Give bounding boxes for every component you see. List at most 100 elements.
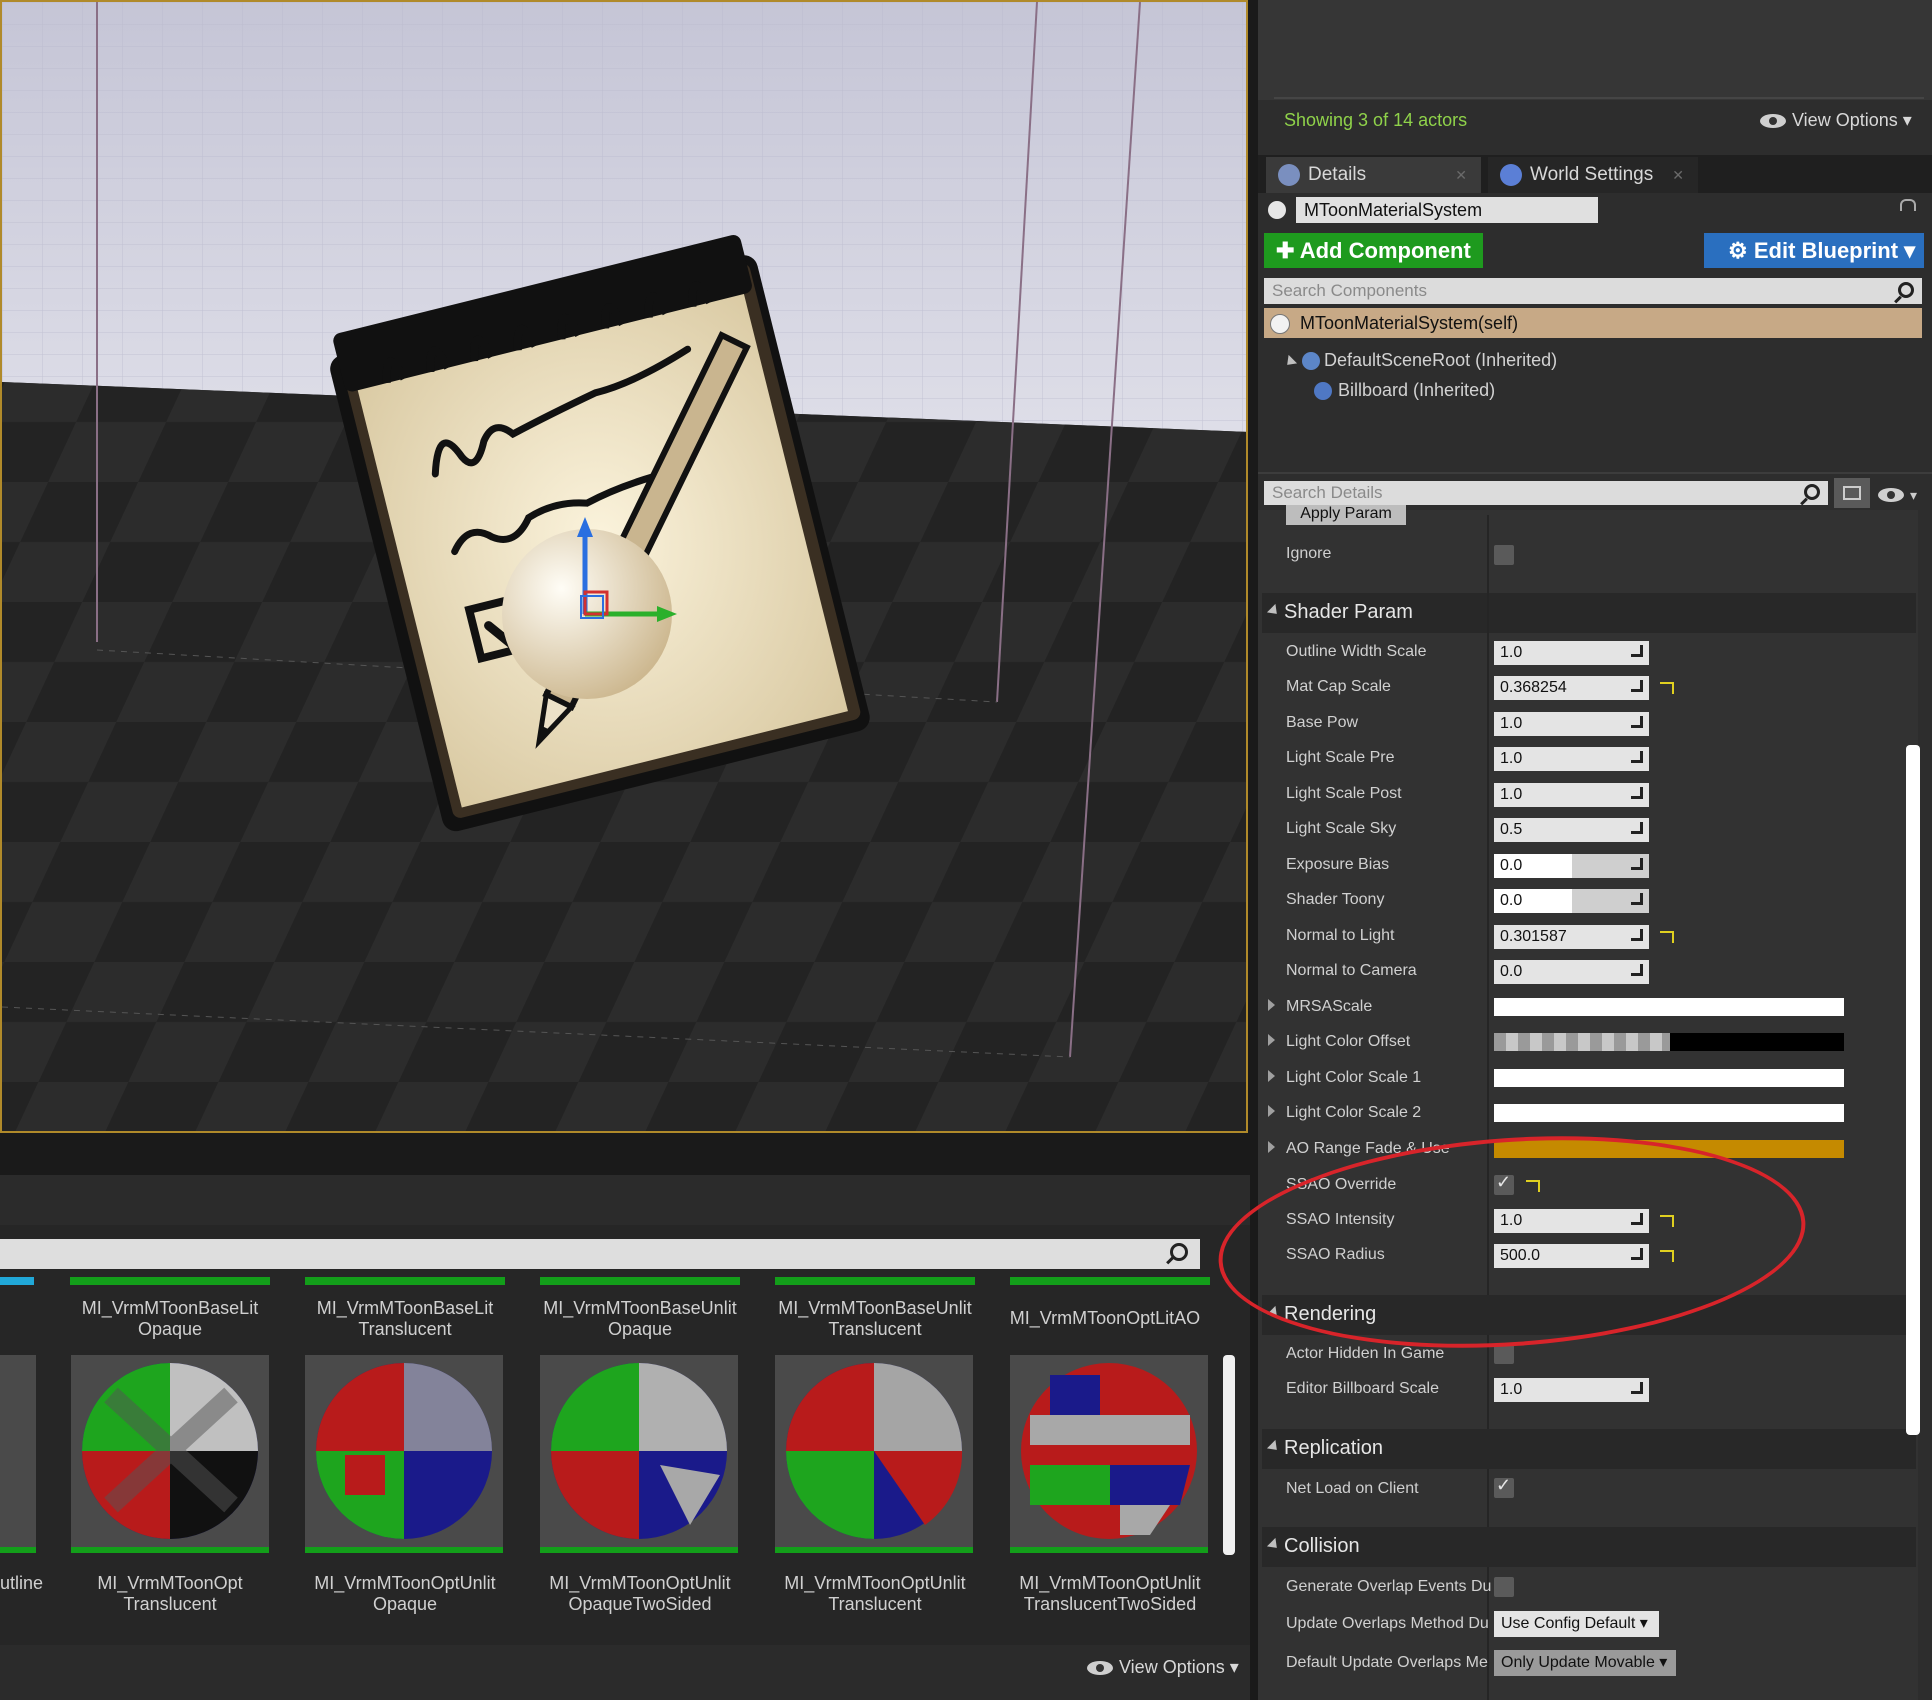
asset-thumbnail[interactable] (1010, 1355, 1208, 1553)
expand-arrow-icon[interactable] (1268, 1070, 1275, 1082)
collapse-arrow-icon[interactable] (1266, 603, 1282, 619)
expand-arrow-icon[interactable] (1268, 1034, 1275, 1046)
search-icon[interactable] (1170, 1243, 1188, 1261)
editor-billboard-scale-field[interactable]: 1.0 (1494, 1378, 1649, 1402)
asset-name[interactable]: MI_VrmMToonBaseUnlit Opaque (535, 1298, 745, 1340)
column-divider[interactable] (1487, 515, 1489, 1700)
asset-thumbnail[interactable] (540, 1355, 738, 1553)
light-color-scale-1-label: Light Color Scale 1 (1286, 1069, 1422, 1086)
asset-name-line: MI_VrmMToonOptUnlit (314, 1573, 496, 1593)
close-icon[interactable]: ✕ (1672, 157, 1684, 193)
material-sphere-icon (316, 1363, 492, 1539)
light-scale-post-field[interactable]: 1.0 (1494, 783, 1649, 807)
mat-cap-scale-label: Mat Cap Scale (1286, 678, 1391, 695)
tab-world-settings[interactable]: World Settings ✕ (1488, 157, 1698, 193)
asset-thumbnail[interactable] (71, 1355, 269, 1553)
expand-arrow-icon[interactable] (1268, 1141, 1275, 1153)
base-pow-field[interactable]: 1.0 (1494, 712, 1649, 736)
material-sphere-icon (786, 1363, 963, 1539)
light-color-offset-color[interactable] (1494, 1033, 1844, 1051)
asset-name[interactable]: MI_VrmMToonOptUnlit Opaque (300, 1573, 510, 1615)
normal-to-light-field[interactable]: 0.301587 (1494, 925, 1649, 949)
asset-thumbnail[interactable] (775, 1355, 973, 1553)
asset-name[interactable]: MI_VrmMToonOptUnlit TranslucentTwoSided (1000, 1573, 1220, 1615)
visibility-eye-icon[interactable] (1878, 488, 1904, 502)
content-browser-view-options[interactable]: View Options ▾ (1087, 1657, 1239, 1678)
exposure-bias-label: Exposure Bias (1286, 856, 1390, 873)
ignore-label: Ignore (1286, 545, 1332, 562)
world-outliner (1258, 0, 1932, 100)
light-scale-sky-field[interactable]: 0.5 (1494, 818, 1649, 842)
net-load-label: Net Load on Client (1286, 1480, 1419, 1497)
light-color-scale-2-color[interactable] (1494, 1104, 1844, 1122)
add-component-button[interactable]: ✚ Add Component ▾ (1264, 233, 1483, 298)
light-color-scale-1-color[interactable] (1494, 1069, 1844, 1087)
asset-name[interactable]: MI_VrmMToonBaseUnlit Translucent (770, 1298, 980, 1340)
drag-arrow-icon (1631, 716, 1643, 728)
search-details-input[interactable]: Search Details (1264, 481, 1828, 505)
mrsa-scale-color[interactable] (1494, 998, 1844, 1016)
update-overlaps-dropdown[interactable]: Use Config Default ▾ (1494, 1611, 1659, 1637)
content-browser-search-input[interactable] (0, 1239, 1200, 1269)
asset-name-line: MI_VrmMToonOptLitAO (1009, 1308, 1201, 1328)
category-shader-param[interactable]: Shader Param (1262, 593, 1916, 633)
update-overlaps-label: Update Overlaps Method Du (1286, 1615, 1489, 1632)
asset-name-line: MI_VrmMToonBaseLit (81, 1298, 259, 1318)
eye-icon (1760, 114, 1786, 129)
outliner-view-options[interactable]: View Options ▾ (1760, 110, 1912, 131)
category-replication[interactable]: Replication (1262, 1429, 1916, 1469)
property-matrix-button[interactable] (1834, 478, 1870, 508)
field-value: 1.0 (1500, 715, 1523, 732)
drag-arrow-icon (1631, 645, 1643, 657)
lock-icon[interactable] (1900, 199, 1916, 211)
normal-to-camera-label: Normal to Camera (1286, 962, 1417, 979)
search-components-input[interactable]: Search Components (1264, 278, 1922, 304)
chevron-down-icon[interactable]: ▾ (1910, 487, 1917, 504)
level-viewport[interactable] (0, 0, 1248, 1133)
details-scrollbar[interactable] (1906, 745, 1920, 1435)
exposure-bias-field[interactable]: 0.0 (1494, 854, 1649, 878)
actor-name-row: MToonMaterialSystem (1258, 195, 1932, 225)
close-icon[interactable]: ✕ (1455, 157, 1467, 193)
component-billboard[interactable]: Billboard (Inherited) (1314, 380, 1495, 401)
generate-overlap-checkbox[interactable] (1494, 1577, 1514, 1597)
collapse-arrow-icon[interactable] (1266, 1439, 1282, 1455)
actor-name-field[interactable]: MToonMaterialSystem (1296, 197, 1598, 223)
asset-name[interactable]: MI_VrmMToonBaseLit Translucent (300, 1298, 510, 1340)
expand-arrow-icon[interactable] (1268, 1105, 1275, 1117)
component-self[interactable]: MToonMaterialSystem(self) (1264, 308, 1922, 338)
normal-to-camera-field[interactable]: 0.0 (1494, 960, 1649, 984)
search-icon[interactable] (1804, 484, 1820, 500)
material-sphere-icon (551, 1363, 727, 1539)
collapse-arrow-icon[interactable] (1282, 354, 1298, 370)
asset-name[interactable]: MI_VrmMToonOptUnlit Translucent (770, 1573, 980, 1615)
asset-name[interactable]: MI_VrmMToonOptUnlit OpaqueTwoSided (535, 1573, 745, 1615)
asset-thumbnail[interactable] (305, 1355, 503, 1553)
asset-strip (1010, 1277, 1210, 1285)
component-default-scene-root[interactable]: DefaultSceneRoot (Inherited) (1282, 350, 1557, 371)
asset-name[interactable]: MI_VrmMToonOpt Translucent (65, 1573, 275, 1615)
shader-toony-field[interactable]: 0.0 (1494, 889, 1649, 913)
tab-details[interactable]: Details ✕ (1266, 157, 1481, 193)
apply-param-button[interactable]: Apply Param (1286, 505, 1406, 525)
default-update-overlaps-dropdown[interactable]: Only Update Movable ▾ (1494, 1650, 1676, 1676)
asset-thumbnail[interactable] (0, 1355, 36, 1553)
mat-cap-scale-field[interactable]: 0.368254 (1494, 676, 1649, 700)
net-load-checkbox[interactable] (1494, 1475, 1514, 1498)
outline-width-scale-field[interactable]: 1.0 (1494, 641, 1649, 665)
asset-name[interactable]: utline (0, 1573, 43, 1594)
asset-name[interactable]: MI_VrmMToonBaseLit Opaque (65, 1298, 275, 1340)
category-collision[interactable]: Collision (1262, 1527, 1916, 1567)
asset-name[interactable]: MI_VrmMToonOptLitAO (1000, 1308, 1210, 1329)
edit-blueprint-button[interactable]: ⚙ Edit Blueprint ▾ (1704, 233, 1924, 268)
reset-to-default-icon[interactable] (1660, 682, 1674, 694)
collapse-arrow-icon[interactable] (1266, 1537, 1282, 1553)
light-scale-pre-field[interactable]: 1.0 (1494, 747, 1649, 771)
search-icon[interactable] (1898, 282, 1914, 298)
drag-arrow-icon (1631, 858, 1643, 870)
expand-arrow-icon[interactable] (1268, 999, 1275, 1011)
material-sphere-icon (1021, 1363, 1197, 1539)
ignore-checkbox[interactable] (1494, 545, 1514, 565)
content-browser-scrollbar[interactable] (1223, 1355, 1235, 1555)
reset-to-default-icon[interactable] (1660, 931, 1674, 943)
